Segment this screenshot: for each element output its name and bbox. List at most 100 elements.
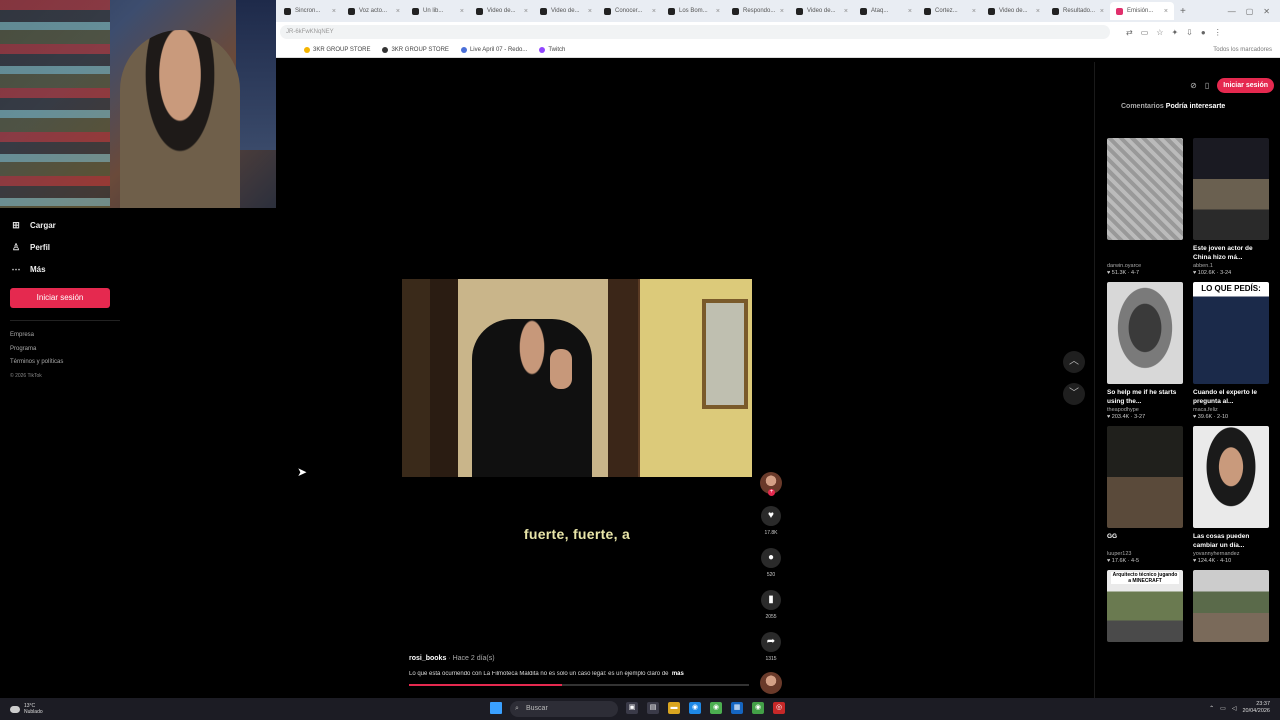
close-tab-icon[interactable]: × xyxy=(652,8,656,15)
more-link[interactable]: más xyxy=(672,671,684,677)
video-thumbnail[interactable] xyxy=(1193,570,1269,642)
bookmark-item[interactable]: Live April 07 - Redo... xyxy=(460,46,527,53)
card-author[interactable]: darwin.oyarce xyxy=(1107,263,1183,269)
close-tab-icon[interactable]: × xyxy=(716,8,720,15)
login-button-right[interactable]: Iniciar sesión xyxy=(1217,78,1274,93)
obs-icon[interactable]: ◎ xyxy=(773,702,785,714)
video-thumbnail[interactable] xyxy=(1193,426,1269,528)
video-thumbnail[interactable] xyxy=(1107,282,1183,384)
suggested-video-card[interactable]: Las cosas pueden cambiar un día... yovan… xyxy=(1193,426,1269,564)
suggested-video-card[interactable]: darwin.oyarce ♥ 51.3K · 4-7 xyxy=(1107,138,1183,276)
footer-link-program[interactable]: Programa xyxy=(10,343,130,357)
suggested-video-card[interactable]: Este joven actor de China hizo má... abb… xyxy=(1193,138,1269,276)
browser-tab-active[interactable]: Emisión... × xyxy=(1110,2,1174,20)
task-view-icon[interactable]: ▣ xyxy=(626,702,638,714)
save-button[interactable]: ▮ xyxy=(761,590,781,610)
windows-start-icon[interactable] xyxy=(490,702,502,714)
file-explorer-icon[interactable]: ▬ xyxy=(668,702,680,714)
settings-icon[interactable]: ⊘ xyxy=(1190,81,1197,90)
browser-tab[interactable]: Video de... × xyxy=(982,2,1046,20)
device-icon[interactable]: ▯ xyxy=(1205,81,1209,90)
browser-tab[interactable]: Sincron... × xyxy=(278,2,342,20)
card-author[interactable]: yovannyhernandez xyxy=(1193,551,1269,557)
weather-widget[interactable]: 13°C Nublado xyxy=(0,703,200,715)
sidebar-item-more[interactable]: ⋯ Más xyxy=(10,258,130,280)
browser-tab[interactable]: Video de... × xyxy=(534,2,598,20)
minimize-icon[interactable]: — xyxy=(1228,7,1236,16)
bookmark-item[interactable]: 3KR GROUP STORE xyxy=(304,46,370,53)
video-thumbnail[interactable] xyxy=(1107,426,1183,528)
browser-tab[interactable]: Video de... × xyxy=(470,2,534,20)
video-thumbnail[interactable]: Arquitecto técnico jugando a MINECRAFT xyxy=(1107,570,1183,642)
suggested-video-card[interactable]: Arquitecto técnico jugando a MINECRAFT xyxy=(1107,570,1183,642)
video-player[interactable] xyxy=(402,279,752,477)
video-thumbnail[interactable] xyxy=(1107,138,1183,240)
screenshot-icon[interactable]: ▭ xyxy=(1141,28,1149,37)
clock[interactable]: 23:37 20/04/2026 xyxy=(1242,701,1270,715)
close-tab-icon[interactable]: × xyxy=(588,8,592,15)
volume-icon[interactable]: ◁ xyxy=(1232,705,1237,712)
footer-link-company[interactable]: Empresa xyxy=(10,329,130,343)
card-author[interactable]: maca.feliz xyxy=(1193,407,1269,413)
close-tab-icon[interactable]: × xyxy=(524,8,528,15)
browser-tab[interactable]: Voz acto... × xyxy=(342,2,406,20)
menu-icon[interactable]: ⋮ xyxy=(1214,28,1222,37)
footer-link-terms[interactable]: Términos y políticas xyxy=(10,356,130,370)
suggested-video-card[interactable] xyxy=(1193,570,1269,642)
chrome-icon[interactable]: ◉ xyxy=(710,702,722,714)
card-author[interactable]: abben.1 xyxy=(1193,263,1269,269)
card-author[interactable]: luuper123 xyxy=(1107,551,1183,557)
bookmark-item[interactable]: 3KR GROUP STORE xyxy=(382,46,449,53)
extensions-icon[interactable]: ✦ xyxy=(1171,28,1178,37)
close-tab-icon[interactable]: × xyxy=(1036,8,1040,15)
store-icon[interactable]: ▤ xyxy=(647,702,659,714)
follow-plus-icon[interactable]: + xyxy=(768,489,775,496)
card-author[interactable]: theapodhype xyxy=(1107,407,1183,413)
suggested-video-card[interactable]: GG luuper123 ♥ 17.6K · 4-5 xyxy=(1107,426,1183,564)
tray-chevron-icon[interactable]: ⌃ xyxy=(1209,705,1214,712)
browser-tab[interactable]: Ataq... × xyxy=(854,2,918,20)
video-author[interactable]: rosi_books · Hace 2 día(s) xyxy=(409,655,495,662)
chrome-icon[interactable]: ◉ xyxy=(689,702,701,714)
login-button[interactable]: Iniciar sesión xyxy=(10,288,110,308)
tab-comments[interactable]: Comentarios xyxy=(1121,103,1164,110)
profile-icon[interactable]: ● xyxy=(1201,28,1206,37)
browser-tab[interactable]: Conocer... × xyxy=(598,2,662,20)
network-icon[interactable]: ▭ xyxy=(1220,705,1226,712)
browser-tab[interactable]: Resultado... × xyxy=(1046,2,1110,20)
taskbar-search[interactable]: ⌕ Buscar xyxy=(510,701,618,717)
comment-button[interactable]: ● xyxy=(761,548,781,568)
download-icon[interactable]: ⇩ xyxy=(1186,28,1193,37)
sound-avatar[interactable] xyxy=(760,672,782,694)
share-button[interactable]: ➦ xyxy=(761,632,781,652)
video-progress-bar[interactable] xyxy=(409,684,749,686)
next-video-button[interactable]: ﹀ xyxy=(1063,383,1085,405)
video-thumbnail[interactable] xyxy=(1193,138,1269,240)
browser-tab[interactable]: Respondo... × xyxy=(726,2,790,20)
author-name[interactable]: rosi_books xyxy=(409,655,446,662)
browser-tab[interactable]: Video de... × xyxy=(790,2,854,20)
url-field[interactable]: JR-6kFwKNqNEY xyxy=(280,25,1110,39)
all-bookmarks[interactable]: Todos los marcadores xyxy=(1213,47,1280,53)
close-tab-icon[interactable]: × xyxy=(844,8,848,15)
video-thumbnail[interactable]: LO QUE PEDÍS: xyxy=(1193,282,1269,384)
close-tab-icon[interactable]: × xyxy=(332,8,336,15)
close-tab-icon[interactable]: × xyxy=(1100,8,1104,15)
suggested-video-card[interactable]: So help me if he starts using the... the… xyxy=(1107,282,1183,420)
app-icon[interactable]: ▦ xyxy=(731,702,743,714)
tab-suggested[interactable]: Podría interesarte xyxy=(1166,103,1226,110)
sidebar-item-upload[interactable]: ⊞ Cargar xyxy=(10,214,130,236)
creator-avatar[interactable]: + xyxy=(760,472,782,496)
like-button[interactable]: ♥ xyxy=(761,506,781,526)
suggested-video-card[interactable]: LO QUE PEDÍS: Cuando el experto le pregu… xyxy=(1193,282,1269,420)
previous-video-button[interactable]: ︿ xyxy=(1063,351,1085,373)
browser-tab[interactable]: Un lib... × xyxy=(406,2,470,20)
close-tab-icon[interactable]: × xyxy=(460,8,464,15)
sidebar-item-profile[interactable]: ♙ Perfil xyxy=(10,236,130,258)
maximize-icon[interactable]: ▢ xyxy=(1246,7,1254,16)
bookmark-item[interactable]: Twitch xyxy=(539,46,565,53)
close-tab-icon[interactable]: × xyxy=(780,8,784,15)
browser-tab[interactable]: Cortez... × xyxy=(918,2,982,20)
translate-icon[interactable]: ⇄ xyxy=(1126,28,1133,37)
close-window-icon[interactable]: ✕ xyxy=(1263,7,1270,16)
